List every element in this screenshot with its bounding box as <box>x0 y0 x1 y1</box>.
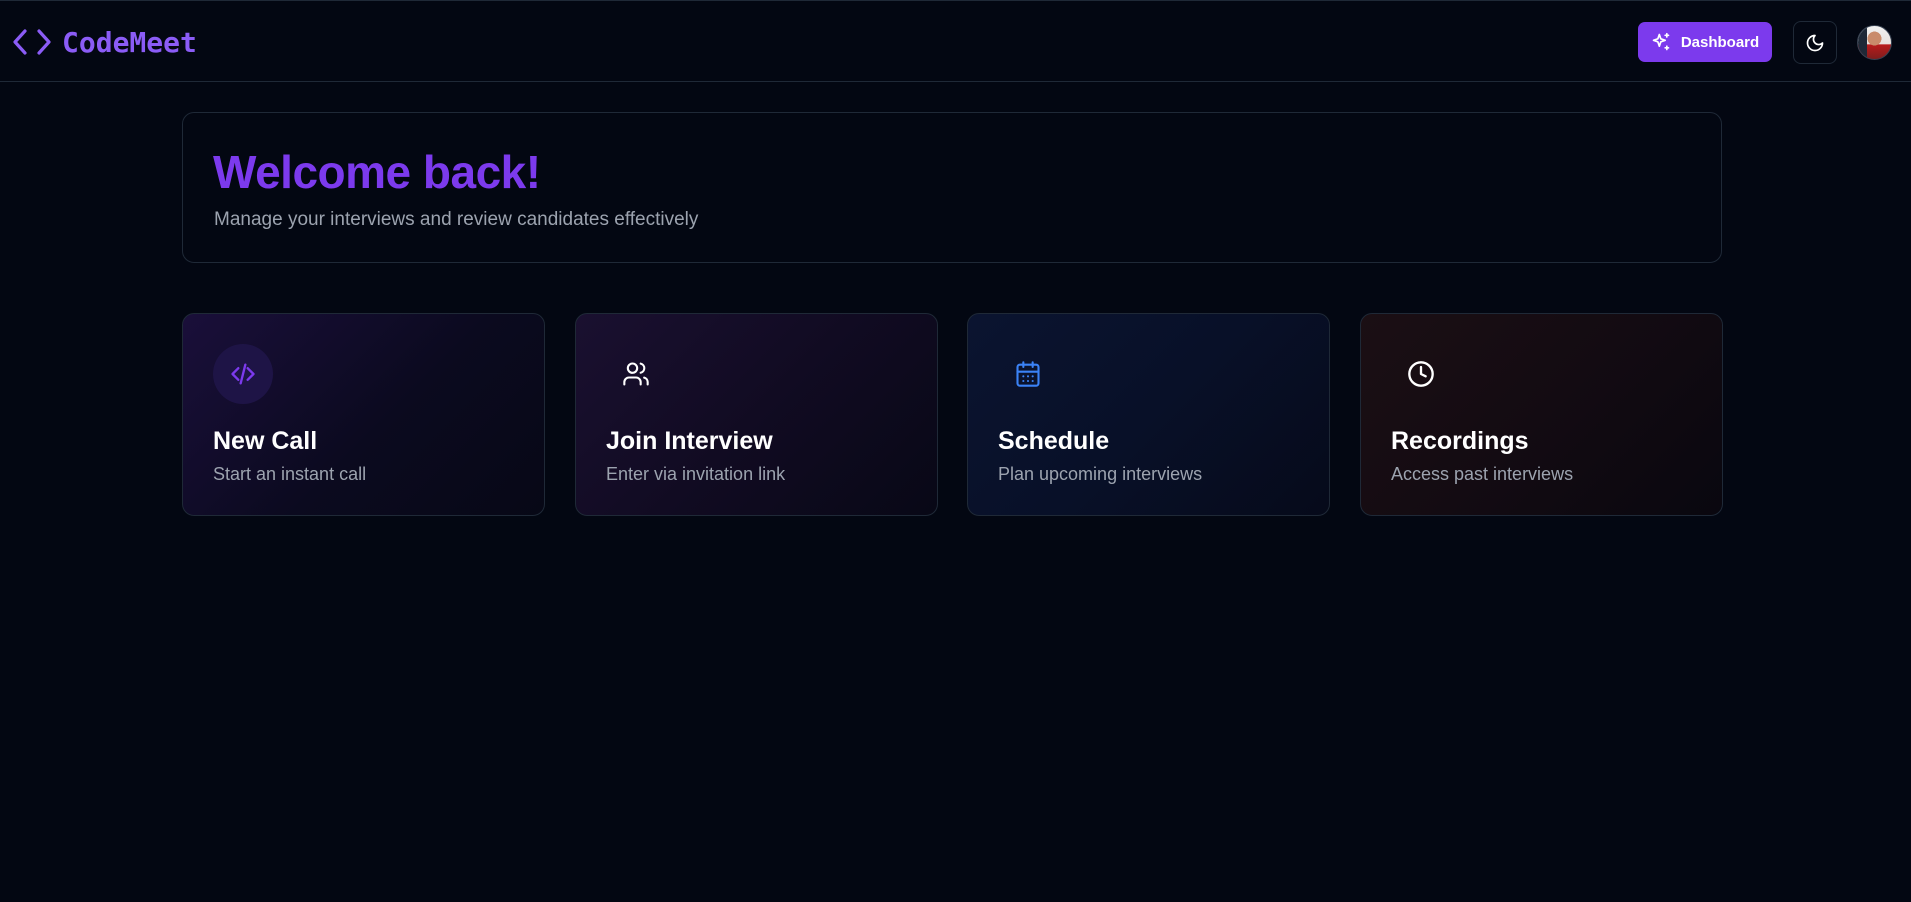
action-icon-container <box>998 344 1058 404</box>
action-card-description: Enter via invitation link <box>606 464 786 484</box>
action-icon-container <box>213 344 273 404</box>
code-icon <box>231 363 255 385</box>
dashboard-button[interactable]: Dashboard <box>1638 22 1772 62</box>
action-icon-container <box>606 344 666 404</box>
action-card-title: Recordings <box>1391 427 1529 455</box>
code-brackets-icon <box>13 29 51 55</box>
top-navbar: CodeMeet Dashboard <box>0 0 1911 82</box>
action-card-title: Schedule <box>998 427 1110 455</box>
action-card-new-call[interactable]: New Call Start an instant call <box>182 313 545 516</box>
action-card-description: Access past interviews <box>1391 464 1574 484</box>
action-card-description: Start an instant call <box>213 464 367 484</box>
moon-icon <box>1806 34 1824 51</box>
users-icon <box>623 362 649 386</box>
welcome-subtitle: Manage your interviews and review candid… <box>214 209 699 230</box>
action-card-description: Plan upcoming interviews <box>998 464 1203 484</box>
action-icon-container <box>1391 344 1451 404</box>
action-card-join-interview[interactable]: Join Interview Enter via invitation link <box>575 313 938 516</box>
clock-icon <box>1408 361 1434 387</box>
calendar-icon <box>1016 361 1040 387</box>
welcome-title: Welcome back! <box>213 146 541 198</box>
action-card-title: New Call <box>213 427 318 455</box>
action-card-schedule[interactable]: Schedule Plan upcoming interviews <box>967 313 1330 516</box>
action-card-recordings[interactable]: Recordings Access past interviews <box>1360 313 1723 516</box>
dashboard-button-label: Dashboard <box>1680 33 1760 51</box>
welcome-card: Welcome back! Manage your interviews and… <box>182 112 1722 263</box>
sparkles-icon <box>1652 32 1670 51</box>
user-avatar[interactable] <box>1857 25 1892 60</box>
logo-text: CodeMeet <box>62 25 197 59</box>
logo-link[interactable]: CodeMeet <box>12 23 197 61</box>
theme-toggle-button[interactable] <box>1793 21 1837 64</box>
action-card-title: Join Interview <box>606 427 773 455</box>
